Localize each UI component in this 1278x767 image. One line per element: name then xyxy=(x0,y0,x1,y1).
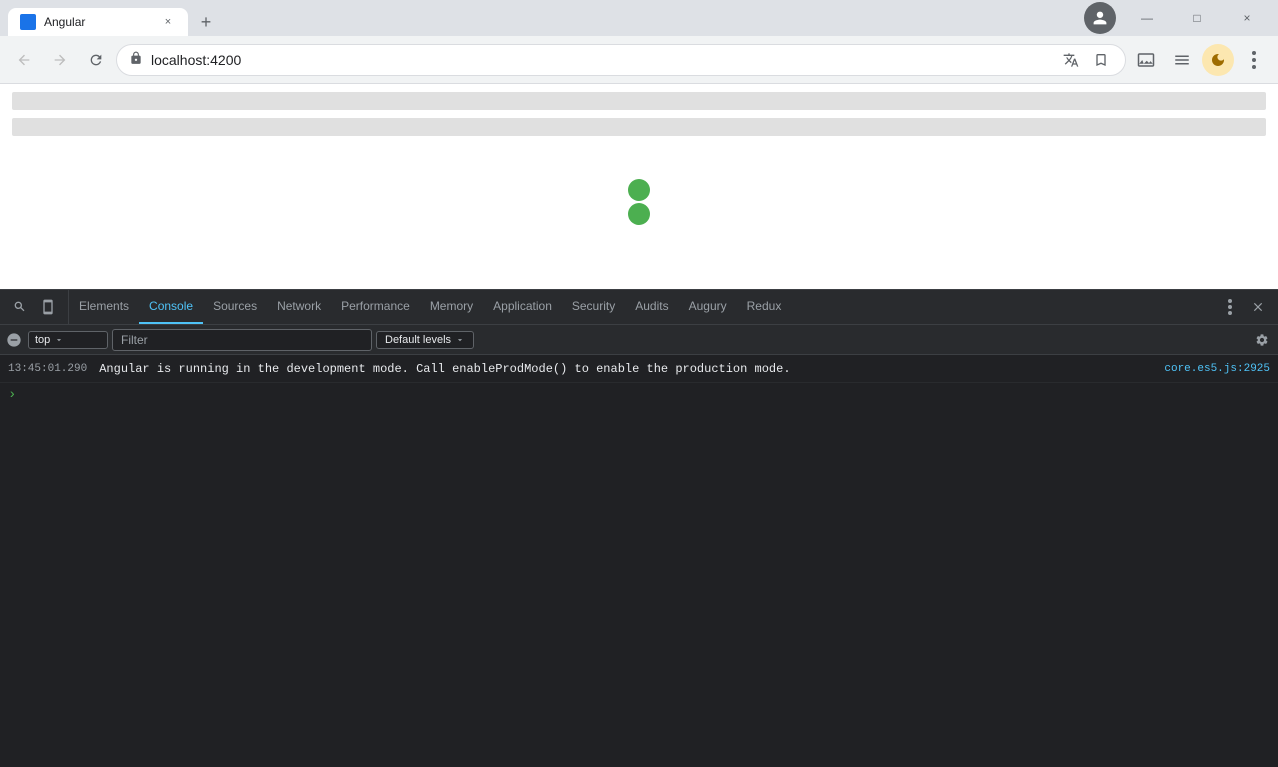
lock-icon xyxy=(129,51,143,68)
tab-sources[interactable]: Sources xyxy=(203,290,267,324)
tab-audits[interactable]: Audits xyxy=(625,290,678,324)
close-button[interactable]: × xyxy=(1224,2,1270,34)
console-message: 13:45:01.290 Angular is running in the d… xyxy=(0,355,1278,383)
sidebar-button[interactable] xyxy=(1166,44,1198,76)
console-toolbar: top Default levels xyxy=(0,325,1278,355)
tab-console[interactable]: Console xyxy=(139,290,203,324)
active-tab[interactable]: Angular × xyxy=(8,8,188,36)
angular-logo xyxy=(628,179,650,225)
devtools-actions xyxy=(1210,290,1278,324)
address-bar: localhost:4200 xyxy=(0,36,1278,84)
log-levels-selector[interactable]: Default levels xyxy=(376,331,474,349)
devtools-close-button[interactable] xyxy=(1246,295,1270,319)
back-button[interactable] xyxy=(8,44,40,76)
device-toolbar-button[interactable] xyxy=(36,295,60,319)
tab-memory[interactable]: Memory xyxy=(420,290,483,324)
loading-bar-2 xyxy=(12,118,1266,136)
console-input-row[interactable]: › xyxy=(0,383,1278,407)
reload-button[interactable] xyxy=(80,44,112,76)
url-bar[interactable]: localhost:4200 xyxy=(116,44,1126,76)
message-text: Angular is running in the development mo… xyxy=(99,362,1164,376)
maximize-button[interactable]: □ xyxy=(1174,2,1220,34)
toolbar-right xyxy=(1130,44,1270,76)
tab-close-button[interactable]: × xyxy=(160,14,176,30)
tab-favicon xyxy=(20,14,36,30)
context-selector[interactable]: top xyxy=(28,331,108,349)
translate-icon[interactable] xyxy=(1059,48,1083,72)
tab-augury[interactable]: Augury xyxy=(679,290,737,324)
screenshot-button[interactable] xyxy=(1130,44,1162,76)
console-settings-button[interactable] xyxy=(1250,328,1274,352)
tab-title: Angular xyxy=(44,15,152,29)
bookmark-icon[interactable] xyxy=(1089,48,1113,72)
loading-bar-1 xyxy=(12,92,1266,110)
more-button[interactable] xyxy=(1238,44,1270,76)
caret-symbol: › xyxy=(8,387,16,403)
message-source[interactable]: core.es5.js:2925 xyxy=(1164,363,1270,375)
url-text: localhost:4200 xyxy=(151,52,1051,68)
inspect-element-button[interactable] xyxy=(8,295,32,319)
minimize-button[interactable]: — xyxy=(1124,2,1170,34)
tab-application[interactable]: Application xyxy=(483,290,562,324)
window-controls: — □ × xyxy=(1084,2,1270,34)
devtools-more-button[interactable] xyxy=(1218,295,1242,319)
tab-redux[interactable]: Redux xyxy=(737,290,792,324)
message-timestamp: 13:45:01.290 xyxy=(8,363,87,375)
dark-mode-button[interactable] xyxy=(1202,44,1234,76)
devtools-header: Elements Console Sources Network Perform… xyxy=(0,290,1278,325)
title-bar: Angular × + — □ × xyxy=(0,0,1278,36)
devtools-tabs: Elements Console Sources Network Perform… xyxy=(69,290,1210,324)
angular-circle-top xyxy=(628,179,650,201)
forward-button[interactable] xyxy=(44,44,76,76)
tab-network[interactable]: Network xyxy=(267,290,331,324)
console-content: 13:45:01.290 Angular is running in the d… xyxy=(0,355,1278,767)
devtools-left-icons xyxy=(0,290,69,324)
angular-circle-bottom xyxy=(628,203,650,225)
tab-bar: Angular × + xyxy=(8,0,1084,36)
clear-console-button[interactable] xyxy=(4,330,24,350)
tab-security[interactable]: Security xyxy=(562,290,625,324)
page-area xyxy=(0,84,1278,289)
browser-content: Elements Console Sources Network Perform… xyxy=(0,84,1278,767)
tab-performance[interactable]: Performance xyxy=(331,290,420,324)
devtools-panel: Elements Console Sources Network Perform… xyxy=(0,289,1278,767)
url-actions xyxy=(1059,48,1113,72)
filter-input[interactable] xyxy=(112,329,372,351)
chrome-window: Angular × + — □ × localhost: xyxy=(0,0,1278,767)
profile-button[interactable] xyxy=(1084,2,1116,34)
new-tab-button[interactable]: + xyxy=(192,8,220,36)
tab-elements[interactable]: Elements xyxy=(69,290,139,324)
